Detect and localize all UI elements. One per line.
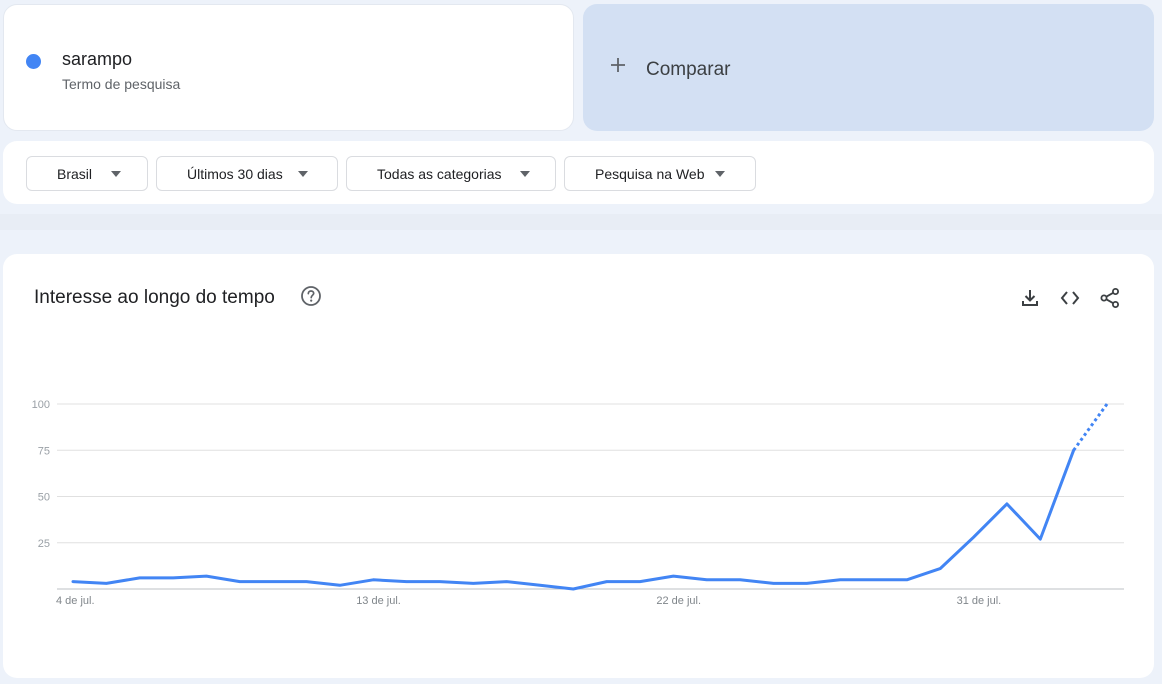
- filter-region-label: Brasil: [57, 166, 93, 182]
- compare-label: Comparar: [646, 59, 731, 80]
- filter-time-range-label: Últimos 30 dias: [187, 166, 283, 182]
- filter-search-type-label: Pesquisa na Web: [595, 166, 705, 182]
- compare-button[interactable]: Comparar: [583, 4, 1154, 131]
- search-term-subtitle: Termo de pesquisa: [62, 76, 181, 92]
- search-term-card[interactable]: sarampo Termo de pesquisa: [3, 4, 574, 131]
- y-tick-label: 100: [32, 399, 50, 411]
- filter-category[interactable]: Todas as categorias: [346, 156, 556, 191]
- x-tick-label: 22 de jul.: [656, 595, 701, 607]
- plus-icon: [611, 58, 625, 72]
- interest-line-chart: 25 50 75 100 4 de jul. 13 de jul. 22 de jul. 31…: [32, 399, 1124, 607]
- x-tick-label: 31 de jul.: [957, 595, 1002, 607]
- y-tick-label: 50: [38, 492, 50, 504]
- filters-bar: Brasil Últimos 30 dias Todas as categori…: [3, 141, 1154, 204]
- x-tick-label: 13 de jul.: [356, 595, 401, 607]
- term-color-dot: [26, 54, 41, 69]
- y-tick-label: 25: [38, 538, 50, 550]
- filter-region[interactable]: Brasil: [26, 156, 148, 191]
- interest-over-time-card: Interesse ao longo do tempo 25 50 75 100 4 d…: [3, 254, 1154, 678]
- filter-time-range[interactable]: Últimos 30 dias: [156, 156, 338, 191]
- caret-down-icon: [111, 171, 121, 177]
- x-tick-label: 4 de jul.: [56, 595, 95, 607]
- caret-down-icon: [715, 171, 725, 177]
- section-divider: [0, 214, 1162, 230]
- filter-category-label: Todas as categorias: [377, 166, 502, 182]
- caret-down-icon: [298, 171, 308, 177]
- y-tick-label: 75: [38, 445, 50, 457]
- caret-down-icon: [520, 171, 530, 177]
- series-line: [71, 448, 1076, 591]
- series-line-partial: [1072, 403, 1109, 452]
- filter-search-type[interactable]: Pesquisa na Web: [564, 156, 756, 191]
- search-term-name[interactable]: sarampo: [62, 49, 132, 70]
